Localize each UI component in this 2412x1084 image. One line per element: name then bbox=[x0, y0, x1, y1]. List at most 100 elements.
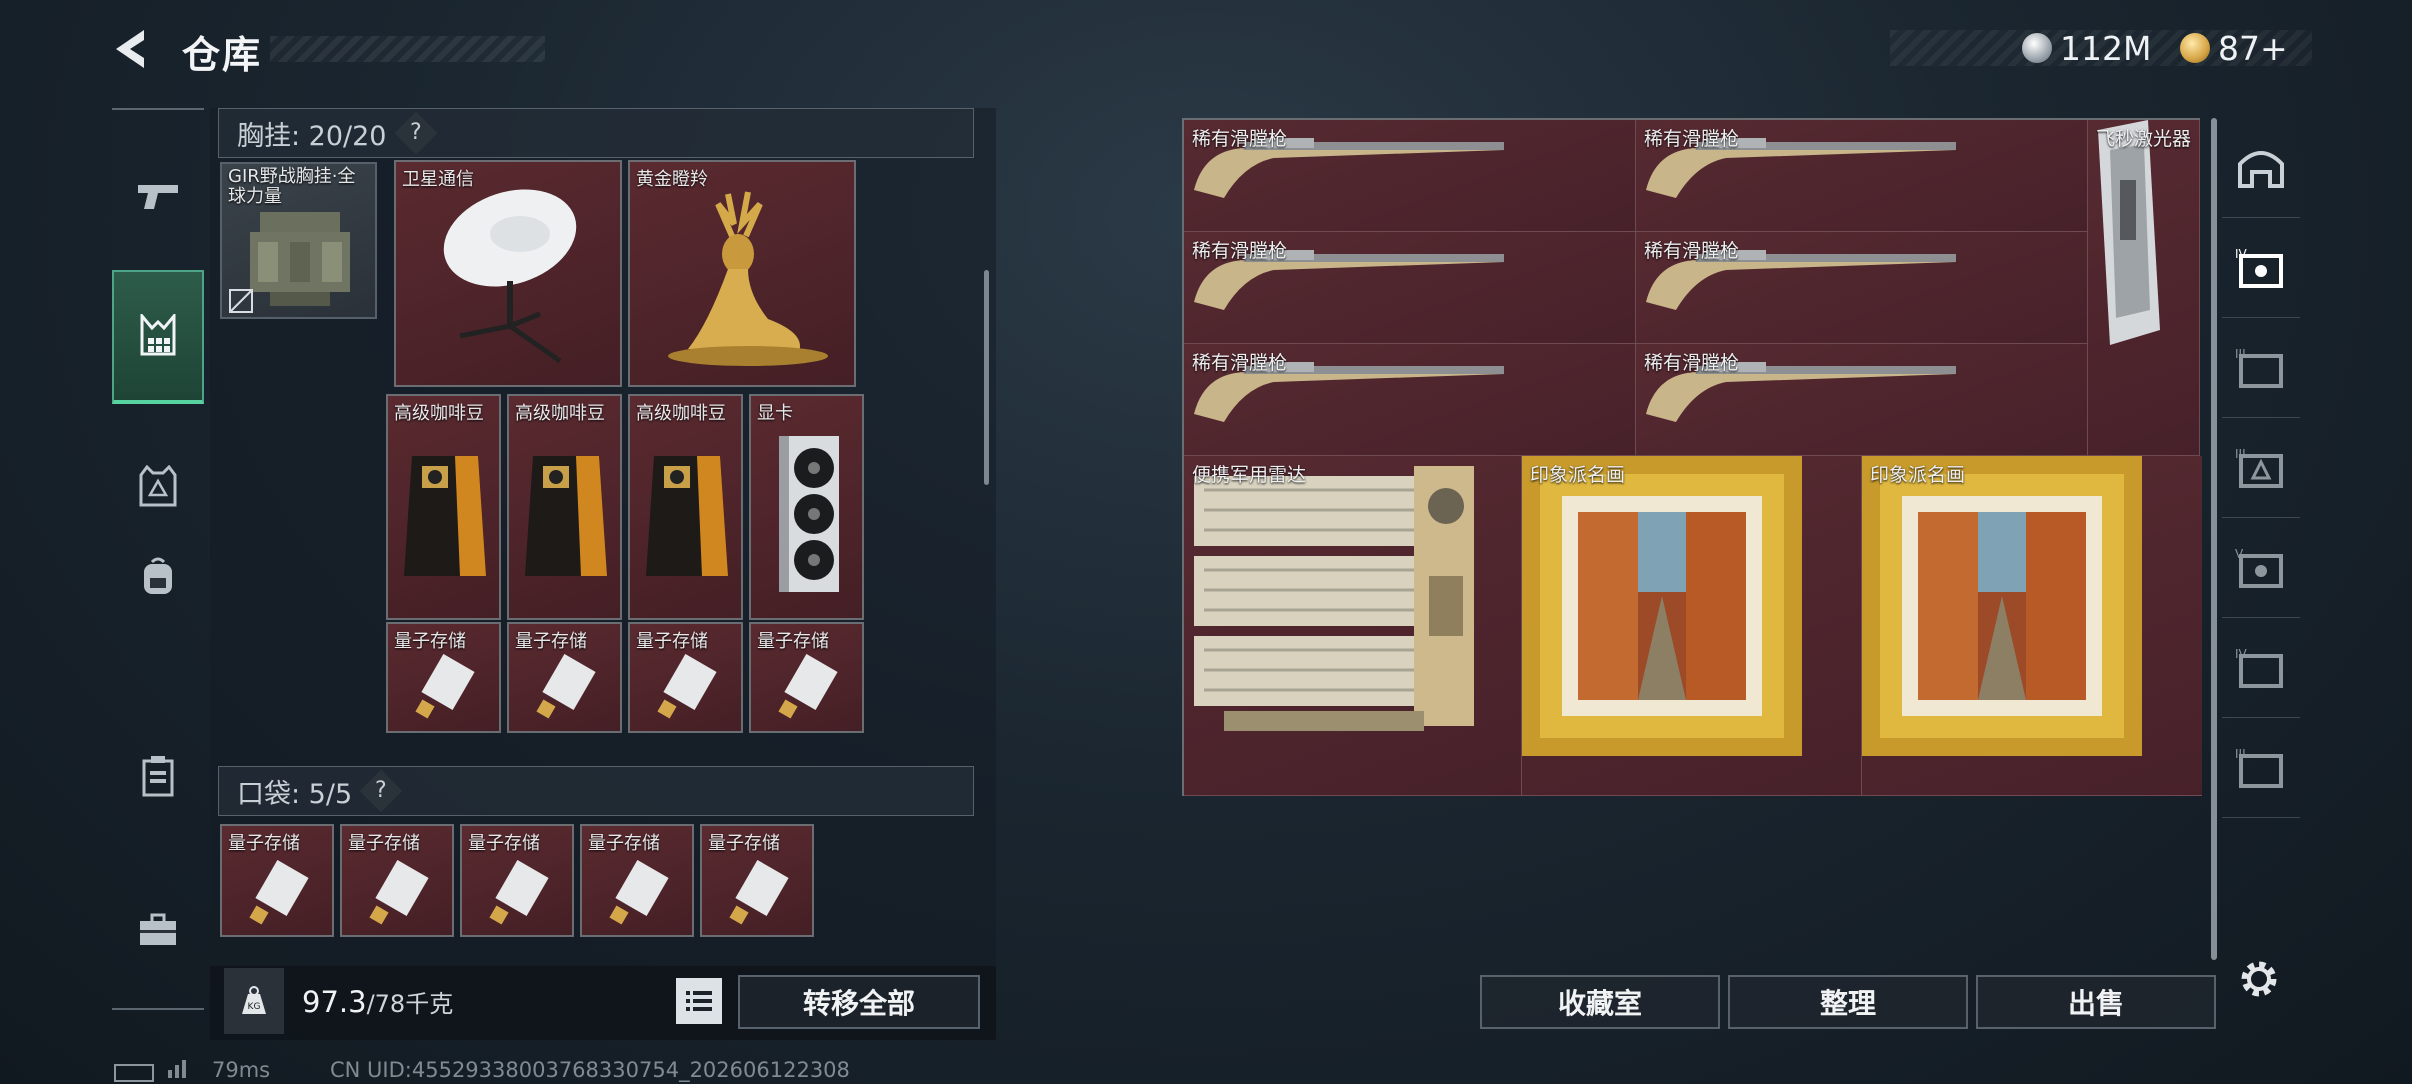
stash-item-musket-3[interactable]: 稀有滑膛枪 bbox=[1184, 232, 1636, 344]
tab-all-stash[interactable] bbox=[2222, 118, 2300, 218]
silver-coin-icon bbox=[2022, 33, 2052, 63]
item-label: 量子存储 bbox=[228, 833, 300, 854]
nav-backpack[interactable] bbox=[112, 530, 204, 622]
page-title: 仓库 bbox=[182, 33, 263, 77]
pocket-header: 口袋: 5/5 ? bbox=[218, 766, 974, 816]
user-uid: CN UID:4552933800376833075​4_20260612230… bbox=[330, 1058, 850, 1082]
gold-coin-icon bbox=[2180, 33, 2210, 63]
list-view-button[interactable] bbox=[676, 978, 722, 1024]
chest-slot-gpu[interactable]: 显卡 bbox=[749, 394, 864, 620]
item-label: 量子存储 bbox=[708, 833, 780, 854]
gold-currency[interactable]: 87+ bbox=[2180, 26, 2288, 70]
chest-slot-satellite[interactable]: 卫星通信 bbox=[394, 160, 622, 387]
tab-stash-iii-b[interactable]: III bbox=[2222, 418, 2300, 518]
quantum-storage-icon bbox=[778, 654, 838, 719]
silver-amount: 112M bbox=[2060, 28, 2152, 68]
chest-slot-coffee-1[interactable]: 高级咖啡豆 bbox=[386, 394, 501, 620]
chest-slot-coffee-2[interactable]: 高级咖啡豆 bbox=[507, 394, 622, 620]
pocket-help-button[interactable]: ? bbox=[359, 769, 403, 813]
stash-item-painting-1[interactable]: 印象派名画 bbox=[1522, 456, 1862, 796]
transfer-all-button[interactable]: 转移全部 bbox=[738, 975, 980, 1029]
settings-gear-icon[interactable] bbox=[2232, 952, 2286, 1006]
pistol-icon bbox=[138, 185, 178, 209]
coffee-bag-icon bbox=[404, 456, 486, 576]
item-label: 卫星通信 bbox=[402, 169, 474, 190]
nav-container[interactable] bbox=[112, 730, 204, 822]
nav-armor[interactable] bbox=[112, 440, 204, 532]
stash-scrollbar[interactable] bbox=[2211, 118, 2217, 960]
item-label: 高级咖啡豆 bbox=[394, 403, 484, 424]
nav-toolbox[interactable] bbox=[112, 884, 204, 976]
chest-slot-quantum-4[interactable]: 量子存储 bbox=[749, 622, 864, 733]
pocket-capacity: 口袋: 5/5 bbox=[237, 778, 353, 810]
stash-item-musket-4[interactable]: 稀有滑膛枪 bbox=[1636, 232, 2088, 344]
svg-text:V: V bbox=[2235, 547, 2244, 561]
item-label: 便携军用雷达 bbox=[1192, 464, 1307, 486]
chest-rig-slot[interactable]: GIR野战胸挂·全球力量 bbox=[220, 162, 377, 319]
golden-deer-icon bbox=[668, 191, 828, 366]
collection-room-button[interactable]: 收藏室 bbox=[1480, 975, 1720, 1029]
item-label: 量子存储 bbox=[757, 631, 829, 652]
no-durability-icon bbox=[229, 289, 253, 313]
stash-item-musket-2[interactable]: 稀有滑膛枪 bbox=[1636, 120, 2088, 232]
quantum-storage-icon bbox=[609, 860, 669, 925]
stash-item-laser[interactable]: 飞秒激光器 bbox=[2088, 120, 2200, 456]
item-label: 量子存储 bbox=[515, 631, 587, 652]
stash-home-icon bbox=[2238, 150, 2284, 188]
stash-item-painting-2[interactable]: 印象派名画 bbox=[1862, 456, 2202, 796]
quantum-storage-icon bbox=[415, 654, 475, 719]
svg-text:IV: IV bbox=[2235, 247, 2248, 261]
stash-item-musket-6[interactable]: 稀有滑膛枪 bbox=[1636, 344, 2088, 456]
tab-stash-iii-a[interactable]: III bbox=[2222, 318, 2300, 418]
title-decoration bbox=[270, 36, 545, 62]
backpack-icon bbox=[144, 557, 172, 594]
container-case-icon bbox=[142, 756, 174, 797]
nav-chest-rig[interactable] bbox=[112, 270, 204, 404]
safe-tier-iv-icon: IV bbox=[2235, 247, 2283, 288]
laser-device-icon bbox=[2098, 120, 2160, 345]
pocket-slot-3[interactable]: 量子存储 bbox=[460, 824, 574, 937]
stash-item-musket-1[interactable]: 稀有滑膛枪 bbox=[1184, 120, 1636, 232]
chest-slot-quantum-2[interactable]: 量子存储 bbox=[507, 622, 622, 733]
weight-current: 97.3 bbox=[302, 985, 367, 1019]
item-label: 高级咖啡豆 bbox=[636, 403, 726, 424]
chest-slot-quantum-1[interactable]: 量子存储 bbox=[386, 622, 501, 733]
battery-icon bbox=[114, 1064, 154, 1082]
pocket-slot-4[interactable]: 量子存储 bbox=[580, 824, 694, 937]
pocket-slot-1[interactable]: 量子存储 bbox=[220, 824, 334, 937]
painting-icon bbox=[1862, 456, 2142, 756]
svg-text:III: III bbox=[2235, 747, 2246, 761]
organize-button[interactable]: 整理 bbox=[1728, 975, 1968, 1029]
quantum-storage-icon bbox=[249, 860, 309, 925]
weight-limit: /78千克 bbox=[366, 990, 454, 1018]
weight-icon: KG bbox=[224, 968, 284, 1034]
tab-stash-iv-active[interactable]: IV bbox=[2222, 218, 2300, 318]
nav-weapons[interactable] bbox=[112, 150, 204, 242]
chest-rig-name: GIR野战胸挂·全球力量 bbox=[228, 166, 356, 207]
sell-button[interactable]: 出售 bbox=[1976, 975, 2216, 1029]
item-label: 量子存储 bbox=[468, 833, 540, 854]
pocket-slot-2[interactable]: 量子存储 bbox=[340, 824, 454, 937]
chest-slot-quantum-3[interactable]: 量子存储 bbox=[628, 622, 743, 733]
stash-item-radar[interactable]: 便携军用雷达 bbox=[1184, 456, 1522, 796]
quantum-storage-icon bbox=[657, 654, 717, 719]
chest-help-button[interactable]: ? bbox=[394, 111, 437, 155]
container-tier-iv-icon: IV bbox=[2235, 647, 2283, 688]
svg-text:KG: KG bbox=[248, 1002, 261, 1012]
inventory-scrollbar[interactable] bbox=[984, 270, 989, 485]
tab-stash-iv-b[interactable]: IV bbox=[2222, 618, 2300, 718]
tab-stash-iii-c[interactable]: III bbox=[2222, 718, 2300, 818]
stash-item-musket-5[interactable]: 稀有滑膛枪 bbox=[1184, 344, 1636, 456]
pocket-slot-5[interactable]: 量子存储 bbox=[700, 824, 814, 937]
tab-stash-v[interactable]: V bbox=[2222, 518, 2300, 618]
quantum-storage-icon bbox=[489, 860, 549, 925]
toolbox-icon bbox=[140, 913, 176, 945]
chest-slot-coffee-3[interactable]: 高级咖啡豆 bbox=[628, 394, 743, 620]
chest-slot-golden-deer[interactable]: 黄金瞪羚 bbox=[628, 160, 856, 387]
item-label: 稀有滑膛枪 bbox=[1192, 352, 1288, 374]
signal-icon bbox=[166, 1058, 190, 1083]
silver-currency[interactable]: 112M bbox=[2022, 26, 2151, 70]
back-arrow-icon[interactable] bbox=[108, 24, 158, 74]
quantum-storage-icon bbox=[369, 860, 429, 925]
chest-rig-header: 胸挂: 20/20 ? bbox=[218, 108, 974, 158]
